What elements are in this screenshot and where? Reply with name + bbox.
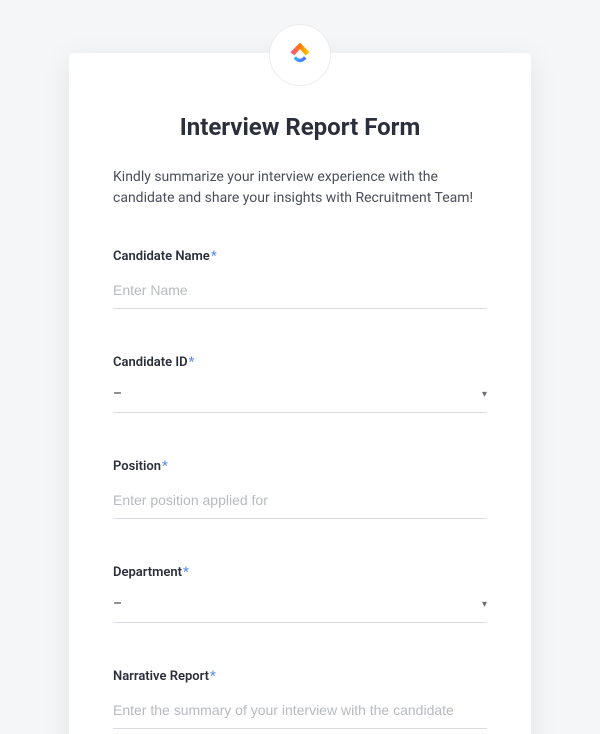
position-input[interactable] [113, 486, 487, 519]
brand-logo-container [269, 24, 331, 86]
brand-logo-icon [284, 37, 316, 73]
candidate-id-label-text: Candidate ID [113, 355, 188, 370]
department-selected-value: – [113, 596, 122, 612]
chevron-down-icon: ▾ [482, 599, 487, 610]
field-narrative: Narrative Report* [113, 669, 487, 729]
field-position: Position* [113, 459, 487, 519]
candidate-name-label-text: Candidate Name [113, 249, 210, 264]
narrative-label-text: Narrative Report [113, 669, 209, 684]
required-mark: * [183, 565, 189, 580]
department-select[interactable]: – ▾ [113, 592, 487, 623]
narrative-label: Narrative Report* [113, 669, 487, 684]
form-card: Interview Report Form Kindly summarize y… [69, 53, 531, 734]
required-mark: * [210, 669, 216, 684]
form-description: Kindly summarize your interview experien… [113, 167, 487, 209]
narrative-input[interactable] [113, 696, 487, 729]
candidate-name-input[interactable] [113, 276, 487, 309]
department-label: Department* [113, 565, 487, 580]
field-department: Department* – ▾ [113, 565, 487, 623]
page-root: Interview Report Form Kindly summarize y… [0, 0, 600, 734]
field-candidate-id: Candidate ID* – ▾ [113, 355, 487, 413]
position-label: Position* [113, 459, 487, 474]
page-title: Interview Report Form [113, 113, 487, 141]
required-mark: * [189, 355, 195, 370]
required-mark: * [211, 249, 217, 264]
field-candidate-name: Candidate Name* [113, 249, 487, 309]
chevron-down-icon: ▾ [482, 389, 487, 400]
required-mark: * [162, 459, 168, 474]
position-label-text: Position [113, 459, 161, 474]
candidate-id-selected-value: – [113, 386, 122, 402]
candidate-id-select[interactable]: – ▾ [113, 382, 487, 413]
department-label-text: Department [113, 565, 182, 580]
candidate-id-label: Candidate ID* [113, 355, 487, 370]
candidate-name-label: Candidate Name* [113, 249, 487, 264]
